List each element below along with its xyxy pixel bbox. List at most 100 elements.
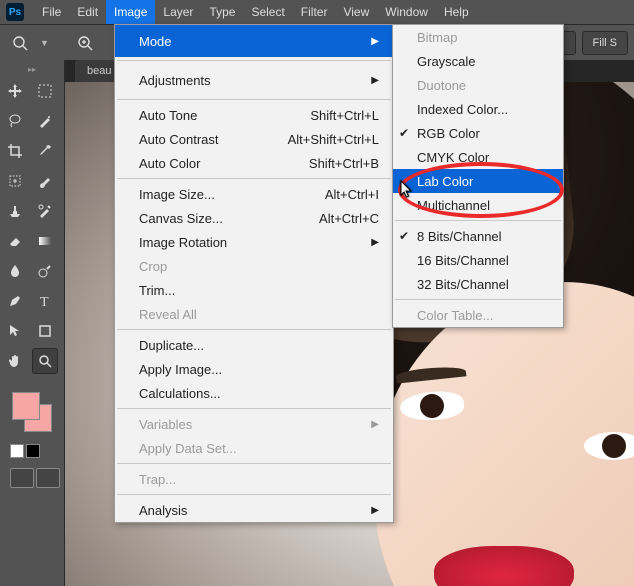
mode-menu-item-lab-color[interactable]: Lab Color	[393, 169, 563, 193]
mode-menu-item-rgb-color[interactable]: ✔RGB Color	[393, 121, 563, 145]
foreground-color-swatch[interactable]	[12, 392, 40, 420]
mode-menu-item-indexed-color[interactable]: Indexed Color...	[393, 97, 563, 121]
menubar-item-view[interactable]: View	[335, 0, 377, 24]
menubar-item-filter[interactable]: Filter	[293, 0, 336, 24]
swap-colors-icon[interactable]	[26, 444, 40, 458]
eraser-tool-icon[interactable]	[2, 228, 28, 254]
clone-stamp-tool-icon[interactable]	[2, 198, 28, 224]
menu-item-label: Auto Color	[139, 156, 200, 171]
marquee-tool-icon[interactable]	[32, 78, 58, 104]
image-menu-item-apply-image[interactable]: Apply Image...	[115, 357, 393, 381]
menu-item-label: CMYK Color	[417, 150, 489, 165]
menubar-item-window[interactable]: Window	[377, 0, 436, 24]
mode-menu-item-grayscale[interactable]: Grayscale	[393, 49, 563, 73]
app-logo: Ps	[6, 3, 24, 21]
mode-menu-item-cmyk-color[interactable]: CMYK Color	[393, 145, 563, 169]
color-swatches[interactable]	[2, 386, 62, 436]
image-menu-item-apply-data-set: Apply Data Set...	[115, 436, 393, 460]
check-icon: ✔	[399, 229, 409, 243]
image-menu-item-separator	[117, 408, 391, 409]
mode-menu-item-16-bits-channel[interactable]: 16 Bits/Channel	[393, 248, 563, 272]
crop-tool-icon[interactable]	[2, 138, 28, 164]
menubar-item-select[interactable]: Select	[243, 0, 292, 24]
menu-item-label: Auto Contrast	[139, 132, 219, 147]
image-menu-item-auto-contrast[interactable]: Auto Contrast Alt+Shift+Ctrl+L	[115, 127, 393, 151]
image-menu: Mode▶Adjustments▶Auto ToneShift+Ctrl+LAu…	[114, 24, 394, 523]
move-tool-icon[interactable]	[2, 78, 28, 104]
menu-item-label: Grayscale	[417, 54, 476, 69]
chevron-down-icon[interactable]: ▼	[40, 38, 49, 48]
zoom-in-icon[interactable]	[71, 29, 99, 57]
image-menu-item-auto-color[interactable]: Auto ColorShift+Ctrl+B	[115, 151, 393, 175]
default-colors-icon[interactable]	[10, 444, 24, 458]
menu-item-label: Color Table...	[417, 308, 493, 323]
image-menu-item-calculations[interactable]: Calculations...	[115, 381, 393, 405]
type-tool-icon[interactable]: T	[32, 288, 58, 314]
image-menu-item-image-rotation[interactable]: Image Rotation▶	[115, 230, 393, 254]
dodge-tool-icon[interactable]	[32, 258, 58, 284]
check-icon: ✔	[399, 126, 409, 140]
magic-wand-tool-icon[interactable]	[32, 108, 58, 134]
fill-screen-button[interactable]: Fill S	[582, 31, 628, 55]
submenu-arrow-icon: ▶	[371, 75, 379, 86]
mode-menu-item-bitmap: Bitmap	[393, 25, 563, 49]
history-brush-tool-icon[interactable]	[32, 198, 58, 224]
menu-item-label: Variables	[139, 417, 192, 432]
blur-tool-icon[interactable]	[2, 258, 28, 284]
menu-item-label: Bitmap	[417, 30, 457, 45]
image-menu-item-separator	[117, 178, 391, 179]
tool-preset-icon[interactable]	[6, 29, 34, 57]
menubar-item-image[interactable]: Image	[106, 0, 155, 24]
mode-menu-item-multichannel[interactable]: Multichannel	[393, 193, 563, 217]
menu-item-label: Reveal All	[139, 307, 197, 322]
menubar: Ps FileEditImageLayerTypeSelectFilterVie…	[0, 0, 634, 25]
eyedropper-tool-icon[interactable]	[32, 138, 58, 164]
image-menu-item-image-size[interactable]: Image Size...Alt+Ctrl+I	[115, 182, 393, 206]
menu-item-label: Image Size...	[139, 187, 215, 202]
menu-item-label: Adjustments	[139, 73, 211, 88]
menu-item-label: 16 Bits/Channel	[417, 253, 509, 268]
menu-item-label: Image Rotation	[139, 235, 227, 250]
brush-tool-icon[interactable]	[32, 168, 58, 194]
mode-menu-item-8-bits-channel[interactable]: ✔ 8 Bits/Channel	[393, 224, 563, 248]
menu-item-label: Apply Image...	[139, 362, 222, 377]
mode-menu-item-32-bits-channel[interactable]: 32 Bits/Channel	[393, 272, 563, 296]
menubar-items: FileEditImageLayerTypeSelectFilterViewWi…	[34, 0, 477, 24]
image-menu-item-crop: Crop	[115, 254, 393, 278]
menu-item-label: Mode	[139, 34, 172, 49]
menu-item-label: Canvas Size...	[139, 211, 223, 226]
image-menu-item-auto-tone[interactable]: Auto ToneShift+Ctrl+L	[115, 103, 393, 127]
image-menu-item-trim[interactable]: Trim...	[115, 278, 393, 302]
healing-brush-tool-icon[interactable]	[2, 168, 28, 194]
image-content	[434, 546, 574, 586]
menu-item-shortcut: Shift+Ctrl+L	[286, 108, 379, 123]
image-menu-item-duplicate[interactable]: Duplicate...	[115, 333, 393, 357]
image-menu-item-mode[interactable]: Mode▶	[115, 25, 393, 57]
menubar-item-edit[interactable]: Edit	[69, 0, 106, 24]
quickmask-mode-button[interactable]	[36, 468, 60, 488]
gradient-tool-icon[interactable]	[32, 228, 58, 254]
image-menu-item-canvas-size[interactable]: Canvas Size...Alt+Ctrl+C	[115, 206, 393, 230]
path-selection-tool-icon[interactable]	[2, 318, 28, 344]
hand-tool-icon[interactable]	[2, 348, 28, 374]
collapse-handle[interactable]: ▸▸	[2, 64, 62, 74]
menu-item-shortcut: Alt+Shift+Ctrl+L	[264, 132, 379, 147]
image-menu-item-adjustments[interactable]: Adjustments ▶	[115, 64, 393, 96]
shape-tool-icon[interactable]	[32, 318, 58, 344]
toolbox: ▸▸ T	[0, 60, 65, 586]
menu-item-label: Crop	[139, 259, 167, 274]
zoom-tool-icon[interactable]	[32, 348, 58, 374]
menu-item-label: 8 Bits/Channel	[417, 229, 502, 244]
menu-item-label: Calculations...	[139, 386, 221, 401]
lasso-tool-icon[interactable]	[2, 108, 28, 134]
default-colors[interactable]	[2, 444, 62, 458]
standard-mode-button[interactable]	[10, 468, 34, 488]
menubar-item-layer[interactable]: Layer	[155, 0, 201, 24]
menubar-item-file[interactable]: File	[34, 0, 69, 24]
pen-tool-icon[interactable]	[2, 288, 28, 314]
image-menu-item-separator	[117, 329, 391, 330]
image-menu-item-analysis[interactable]: Analysis▶	[115, 498, 393, 522]
menubar-item-type[interactable]: Type	[201, 0, 243, 24]
menu-item-label: Analysis	[139, 503, 187, 518]
menubar-item-help[interactable]: Help	[436, 0, 477, 24]
